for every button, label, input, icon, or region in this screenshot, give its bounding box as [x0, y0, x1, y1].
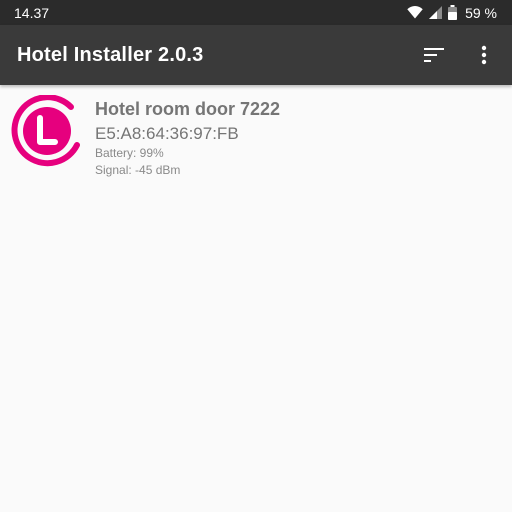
wifi-icon — [407, 6, 423, 19]
device-name: Hotel room door 7222 — [95, 99, 281, 119]
app-bar-actions — [420, 41, 498, 69]
battery-icon — [448, 5, 458, 20]
sort-icon[interactable] — [420, 41, 448, 69]
device-signal: Signal: -45 dBm — [95, 163, 181, 177]
device-mac-address: E5:A8:64:36:97:FB — [95, 124, 239, 143]
status-time: 14.37 — [14, 4, 50, 21]
device-details: Hotel room door 7222 E5:A8:64:36:97:FB B… — [95, 98, 280, 179]
status-icons: 59 % — [407, 5, 497, 21]
battery-percentage: 59 % — [465, 4, 497, 21]
overflow-menu-icon[interactable] — [470, 41, 498, 69]
lock-logo-icon — [11, 94, 83, 167]
cell-signal-icon — [429, 6, 443, 19]
device-battery: Battery: 99% — [95, 146, 164, 160]
device-list-item[interactable]: Hotel room door 7222 E5:A8:64:36:97:FB B… — [0, 85, 512, 185]
device-list: Hotel room door 7222 E5:A8:64:36:97:FB B… — [0, 85, 512, 185]
app-bar: Hotel Installer 2.0.3 — [0, 25, 512, 85]
status-bar: 14.37 59 % — [0, 0, 512, 25]
app-title: Hotel Installer 2.0.3 — [17, 43, 204, 66]
